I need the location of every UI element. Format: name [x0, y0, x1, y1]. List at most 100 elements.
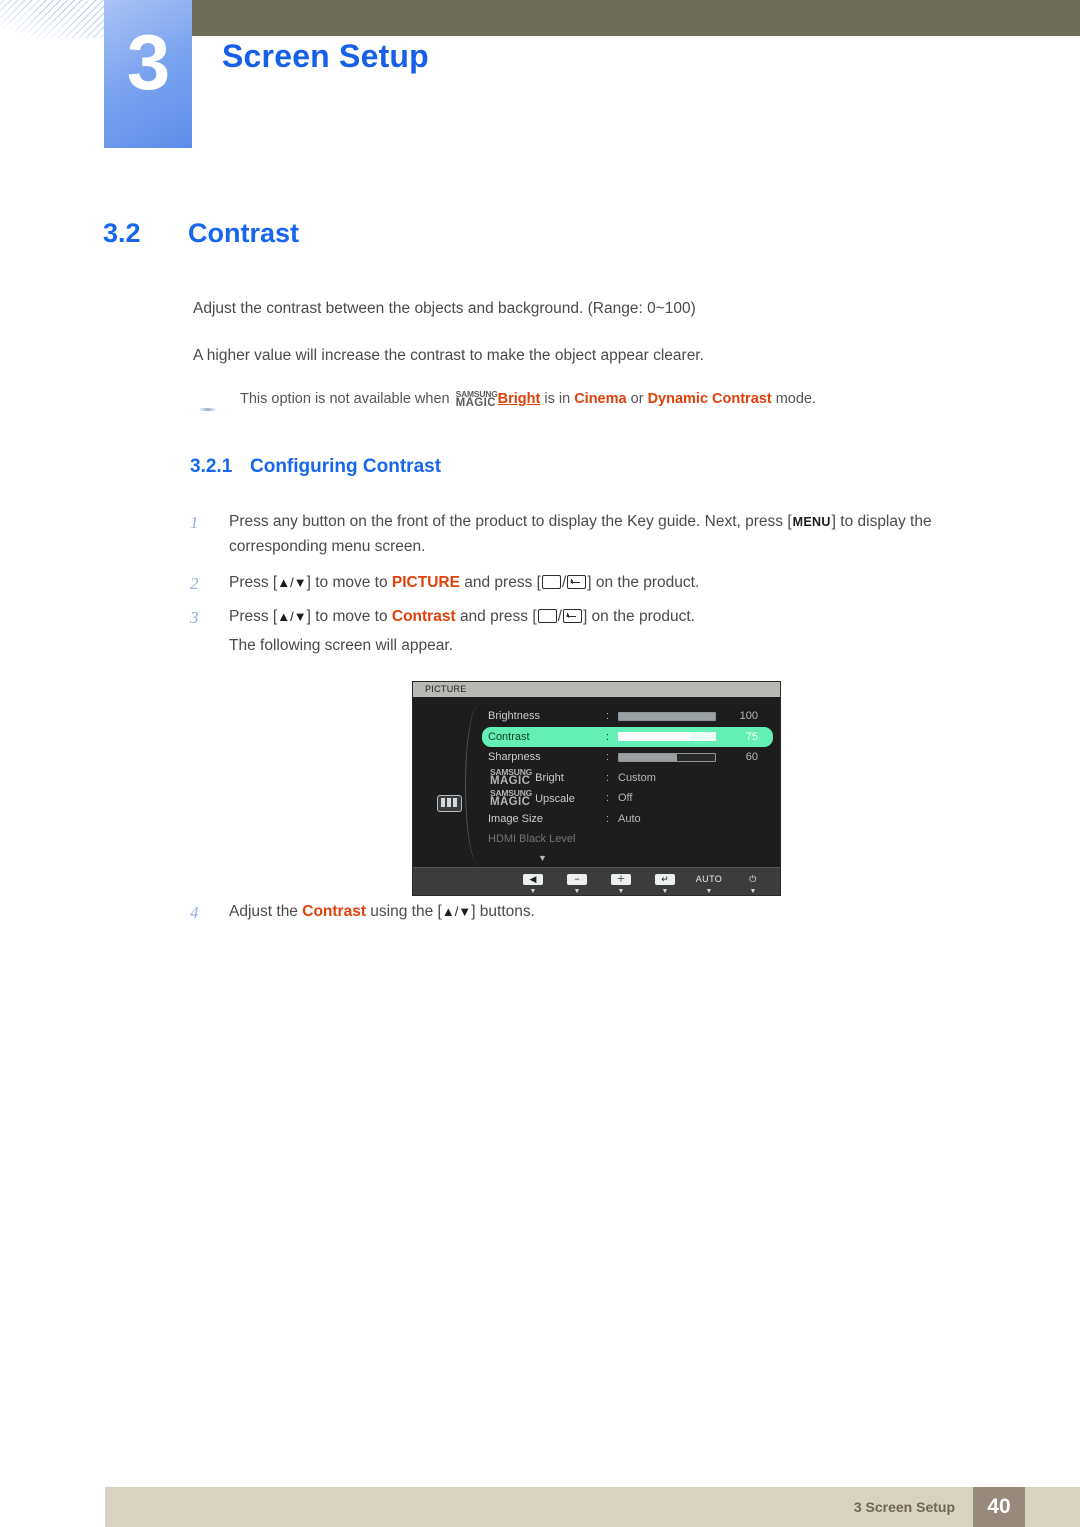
step-3-part-1: Press [	[229, 608, 278, 625]
osd-colon: :	[606, 730, 610, 743]
step-3-body: Press [▲/▼] to move to Contrast and pres…	[229, 608, 695, 625]
note-text-mid-2: or	[630, 391, 644, 408]
osd-auto-button[interactable]: AUTO ▼	[694, 869, 724, 895]
note-emphasis-bright: Bright	[497, 391, 541, 408]
samsung-magic-logo: SAMSUNG MAGIC	[456, 390, 498, 409]
osd-scroll-down-icon[interactable]: ▼	[538, 853, 547, 863]
osd-minus-button[interactable]: − ▼	[562, 869, 592, 895]
step-4-body: Adjust the Contrast using the [▲/▼] butt…	[229, 899, 1005, 924]
osd-colon: :	[606, 792, 610, 805]
osd-value-image-size: Auto	[618, 812, 641, 825]
osd-value-sharpness: 60	[745, 751, 758, 764]
osd-label-contrast: Contrast	[488, 730, 530, 743]
step-4-part-3: ] buttons.	[471, 903, 535, 920]
note-emphasis-cinema: Cinema	[574, 391, 627, 408]
step-4-part-1: Adjust the	[229, 903, 298, 920]
step-1-body: Press any button on the front of the pro…	[229, 509, 1005, 559]
osd-value-magic-upscale: Off	[618, 792, 633, 805]
up-down-arrows-icon: ▲/▼	[441, 904, 472, 919]
note-dash-marker	[199, 408, 216, 411]
step-4-index: 4	[190, 903, 199, 922]
osd-label-bright-text: Bright	[535, 772, 564, 785]
step-3-index: 3	[190, 608, 199, 627]
osd-slider-brightness[interactable]	[618, 711, 716, 721]
caret-down-icon: ▼	[705, 887, 713, 895]
left-arrow-icon: ◀	[523, 873, 543, 885]
osd-slider-contrast[interactable]	[618, 732, 716, 742]
osd-label-sharpness: Sharpness	[488, 751, 541, 764]
osd-enter-button[interactable]: ↵ ▼	[650, 869, 680, 895]
step-2-part-3: and press [	[464, 574, 541, 591]
footer-chapter-label: 3 Screen Setup	[853, 1499, 955, 1515]
step-1: 1 Press any button on the front of the p…	[190, 509, 1005, 559]
caret-down-icon: ▼	[617, 887, 625, 895]
osd-slider-sharpness[interactable]	[618, 752, 716, 762]
section-title: Contrast	[188, 218, 300, 248]
plus-icon: ＋	[611, 873, 631, 885]
step-1-part-1: Press any button on the front of the pro…	[229, 513, 792, 530]
step-2-part-4: ] on the product.	[587, 574, 700, 591]
enter-icon: ↵	[655, 873, 675, 885]
subsection-number: 3.2.1	[190, 456, 233, 477]
section-paragraph-1: Adjust the contrast between the objects …	[193, 300, 696, 317]
subsection-title: Configuring Contrast	[250, 456, 442, 477]
osd-label-image-size: Image Size	[488, 812, 544, 825]
osd-label-magic-bright: SAMSUNG MAGIC Bright	[488, 768, 606, 787]
osd-label-magic-upscale: SAMSUNG MAGIC Upscale	[488, 788, 606, 808]
osd-row-magic-upscale[interactable]: SAMSUNG MAGIC Upscale : Off	[488, 788, 773, 809]
osd-footer-buttons: ◀ ▼ − ▼ ＋ ▼ ↵ ▼ AUTO ▼ ⏻ ▼	[413, 867, 780, 895]
chapter-number: 3	[126, 18, 170, 106]
osd-left-arrow-button[interactable]: ◀ ▼	[518, 869, 548, 895]
auto-label: AUTO	[695, 873, 723, 884]
step-3-part-2: ] to move to	[306, 608, 388, 625]
osd-plus-button[interactable]: ＋ ▼	[606, 869, 636, 895]
osd-colon: :	[606, 812, 610, 825]
logo-line-magic: MAGIC	[455, 397, 496, 410]
step-4-emphasis: Contrast	[302, 903, 366, 920]
power-icon: ⏻	[749, 873, 757, 884]
step-2-emphasis: PICTURE	[391, 574, 460, 591]
osd-row-brightness[interactable]: Brightness : 100	[488, 706, 773, 727]
caret-down-icon: ▼	[573, 887, 581, 895]
section-note: This option is not available when SAMSUN…	[240, 390, 816, 409]
step-2: 2 Press [▲/▼] to move to PICTURE and pre…	[190, 570, 1005, 595]
osd-title: PICTURE	[413, 682, 780, 697]
osd-row-image-size[interactable]: Image Size : Auto	[488, 809, 773, 830]
step-4-part-2: using the [	[370, 903, 442, 920]
source-box-icon	[541, 575, 561, 589]
source-box-icon	[537, 609, 557, 623]
osd-colon: :	[606, 751, 610, 764]
osd-row-sharpness[interactable]: Sharpness : 60	[488, 747, 773, 768]
osd-colon: :	[606, 771, 610, 784]
osd-row-contrast[interactable]: Contrast : 75	[482, 726, 773, 747]
caret-down-icon: ▼	[749, 887, 757, 895]
step-1-index: 1	[190, 513, 199, 532]
step-3-part-3: and press [	[459, 608, 537, 625]
page-number-box: 40	[973, 1487, 1025, 1527]
osd-body: Brightness : 100 Contrast : 75 Sharpness…	[413, 697, 780, 867]
caret-down-icon: ▼	[529, 887, 537, 895]
menu-keycap: MENU	[792, 515, 831, 529]
step-2-index: 2	[190, 574, 199, 593]
osd-row-hdmi-black-level[interactable]: HDMI Black Level	[488, 829, 773, 850]
enter-box-icon	[567, 575, 587, 589]
up-down-arrows-icon: ▲/▼	[277, 609, 307, 624]
osd-menu-screenshot: PICTURE Brightness : 100 Contrast : 75 S…	[412, 681, 781, 896]
chapter-title: Screen Setup	[222, 38, 429, 74]
caret-down-icon: ▼	[661, 887, 669, 895]
section-paragraph-2: A higher value will increase the contras…	[193, 347, 704, 364]
up-down-arrows-icon: ▲/▼	[277, 575, 307, 590]
note-text-before: This option is not available when	[240, 391, 450, 408]
step-3-follow-up: The following screen will appear.	[229, 637, 454, 654]
osd-colon: :	[606, 710, 610, 723]
osd-value-magic-bright: Custom	[618, 771, 656, 784]
osd-value-brightness: 100	[739, 710, 758, 723]
note-emphasis-dynamic-contrast: Dynamic Contrast	[647, 391, 772, 408]
note-text-mid-1: is in	[544, 391, 571, 408]
minus-icon: −	[567, 873, 587, 885]
osd-power-button[interactable]: ⏻ ▼	[738, 869, 768, 895]
header-bar	[192, 0, 1080, 36]
osd-row-magic-bright[interactable]: SAMSUNG MAGIC Bright : Custom	[488, 768, 773, 789]
samsung-magic-logo: SAMSUNG MAGIC	[490, 768, 532, 787]
osd-label-upscale-text: Upscale	[535, 792, 575, 805]
